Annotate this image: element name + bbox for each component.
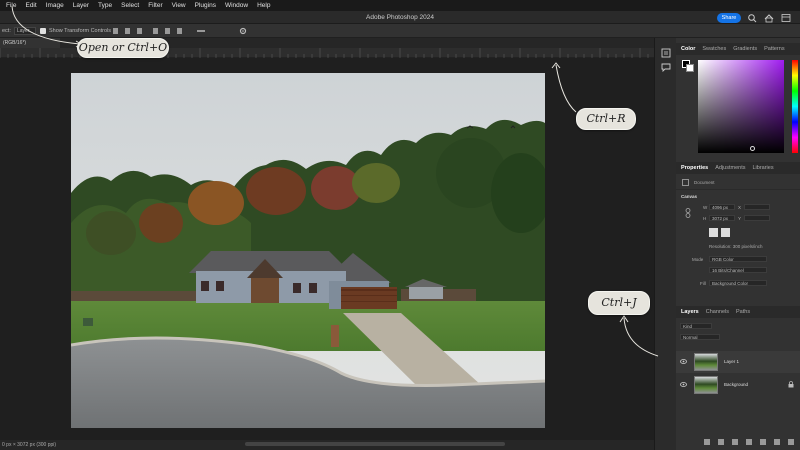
annotation-duplicate: Ctrl+J: [588, 291, 650, 315]
annotation-open: Open or Ctrl+O: [77, 38, 169, 58]
annotation-rulers: Ctrl+R: [576, 108, 636, 130]
photoshop-window: File Edit Image Layer Type Select Filter…: [0, 0, 800, 450]
annotation-arrows: [11, 5, 659, 357]
